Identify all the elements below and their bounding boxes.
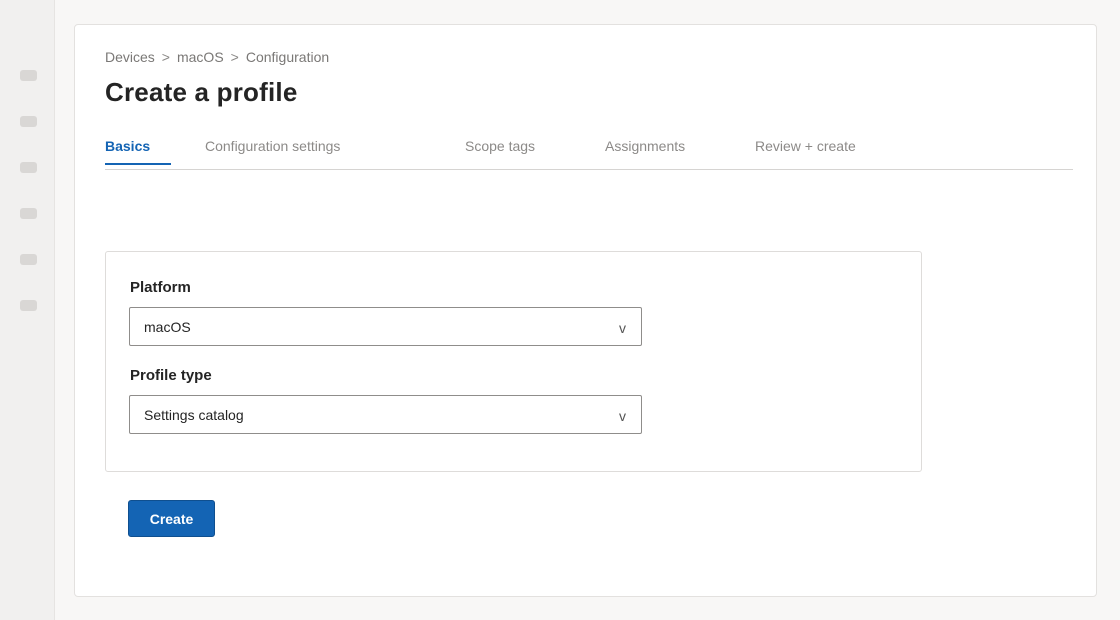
- tab-scope-tags[interactable]: Scope tags: [465, 138, 535, 154]
- nav-item-icon[interactable]: [20, 70, 37, 81]
- profile-type-label: Profile type: [130, 367, 212, 384]
- nav-item-icon[interactable]: [20, 254, 37, 265]
- tab-configuration-settings[interactable]: Configuration settings: [205, 138, 340, 154]
- tab-basics[interactable]: Basics: [105, 138, 150, 154]
- breadcrumb-separator: >: [230, 49, 239, 65]
- nav-item-icon[interactable]: [20, 116, 37, 127]
- breadcrumb-separator: >: [161, 49, 170, 65]
- active-tab-indicator: [105, 163, 171, 165]
- left-nav-sidebar: [0, 0, 55, 620]
- breadcrumb-item-configuration[interactable]: Configuration: [246, 49, 329, 65]
- nav-item-icon[interactable]: [20, 300, 37, 311]
- main-card: Devices > macOS > Configuration Create a pro…: [74, 24, 1097, 597]
- platform-select-value: macOS: [144, 319, 191, 335]
- nav-item-icon[interactable]: [20, 208, 37, 219]
- create-button[interactable]: Create: [128, 500, 215, 537]
- tab-review-create[interactable]: Review + create: [755, 138, 856, 154]
- wizard-tabs: Basics Configuration settings Scope tags…: [105, 135, 1073, 170]
- profile-type-select[interactable]: Settings catalog v: [129, 395, 642, 434]
- nav-item-icon[interactable]: [20, 162, 37, 173]
- breadcrumb-item-macos[interactable]: macOS: [177, 49, 224, 65]
- chevron-down-icon: v: [619, 408, 626, 424]
- breadcrumb-item-devices[interactable]: Devices: [105, 49, 155, 65]
- chevron-down-icon: v: [619, 320, 626, 336]
- platform-label: Platform: [130, 279, 191, 296]
- platform-select[interactable]: macOS v: [129, 307, 642, 346]
- profile-type-select-value: Settings catalog: [144, 407, 244, 423]
- page-title: Create a profile: [105, 77, 298, 107]
- breadcrumb: Devices > macOS > Configuration: [105, 49, 329, 65]
- tab-assignments[interactable]: Assignments: [605, 138, 685, 154]
- profile-form-panel: Platform macOS v Profile type Settings c…: [105, 251, 922, 472]
